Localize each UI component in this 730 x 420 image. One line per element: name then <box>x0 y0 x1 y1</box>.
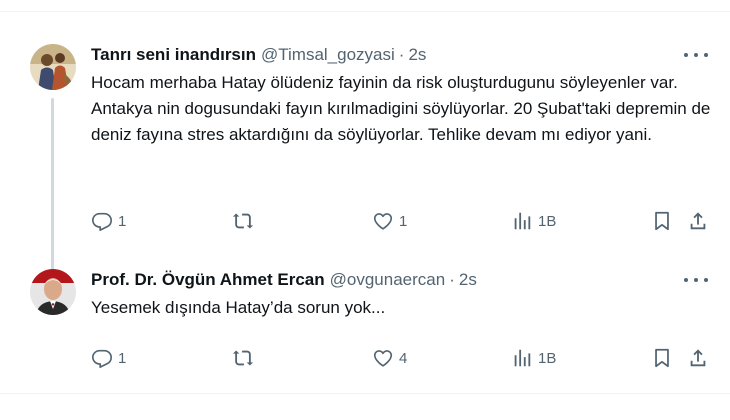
more-icon[interactable] <box>684 273 708 287</box>
like-count: 4 <box>399 349 408 367</box>
retweet-button[interactable] <box>232 208 259 234</box>
retweet-button[interactable] <box>232 345 259 371</box>
views-icon <box>514 349 531 367</box>
bookmark-button[interactable] <box>651 208 673 234</box>
tweet-text: Hocam merhaba Hatay ölüdeniz fayinin da … <box>91 73 711 144</box>
action-bar: 1 4 1B <box>91 345 716 371</box>
more-icon[interactable] <box>684 48 708 62</box>
top-divider <box>0 0 730 12</box>
views-button[interactable]: 1B <box>511 345 556 371</box>
like-icon <box>373 350 393 367</box>
reply-button[interactable]: 1 <box>91 345 126 371</box>
tweet-header: Tanrı seni inandırsın @Timsal_gozyasi · … <box>91 44 426 66</box>
thread-line <box>51 98 54 274</box>
view-count: 1B <box>538 349 557 367</box>
tweet-header: Prof. Dr. Övgün Ahmet Ercan @ovgunaercan… <box>91 269 477 291</box>
like-button[interactable]: 1 <box>372 208 407 234</box>
reply-count: 1 <box>118 212 127 230</box>
bottom-divider <box>0 393 730 394</box>
share-icon <box>690 212 706 230</box>
author-name[interactable]: Prof. Dr. Övgün Ahmet Ercan <box>91 270 325 290</box>
like-icon <box>373 213 393 230</box>
separator: · <box>449 270 455 289</box>
retweet-icon <box>232 213 254 229</box>
timestamp[interactable]: 2s <box>408 45 426 65</box>
reply-icon <box>92 212 112 231</box>
bookmark-icon <box>655 211 669 231</box>
avatar[interactable] <box>30 269 76 315</box>
views-icon <box>514 212 531 230</box>
reply-button[interactable]: 1 <box>91 208 126 234</box>
author-name[interactable]: Tanrı seni inandırsın <box>91 45 256 65</box>
retweet-icon <box>232 350 254 366</box>
reply-icon <box>92 349 112 368</box>
bookmark-icon <box>655 348 669 368</box>
bookmark-button[interactable] <box>651 345 673 371</box>
view-count: 1B <box>538 212 557 230</box>
reply-count: 1 <box>118 349 127 367</box>
tweet-text: Yesemek dışında Hatay’da sorun yok... <box>91 298 386 317</box>
timestamp[interactable]: 2s <box>459 270 477 290</box>
share-button[interactable] <box>687 208 709 234</box>
share-button[interactable] <box>687 345 709 371</box>
action-bar: 1 1 1B <box>91 208 716 234</box>
views-button[interactable]: 1B <box>511 208 556 234</box>
author-handle[interactable]: @Timsal_gozyasi <box>261 45 395 65</box>
share-icon <box>690 349 706 367</box>
author-handle[interactable]: @ovgunaercan <box>330 270 446 290</box>
avatar[interactable] <box>30 44 76 90</box>
like-button[interactable]: 4 <box>372 345 407 371</box>
separator: · <box>398 45 405 64</box>
like-count: 1 <box>399 212 408 230</box>
